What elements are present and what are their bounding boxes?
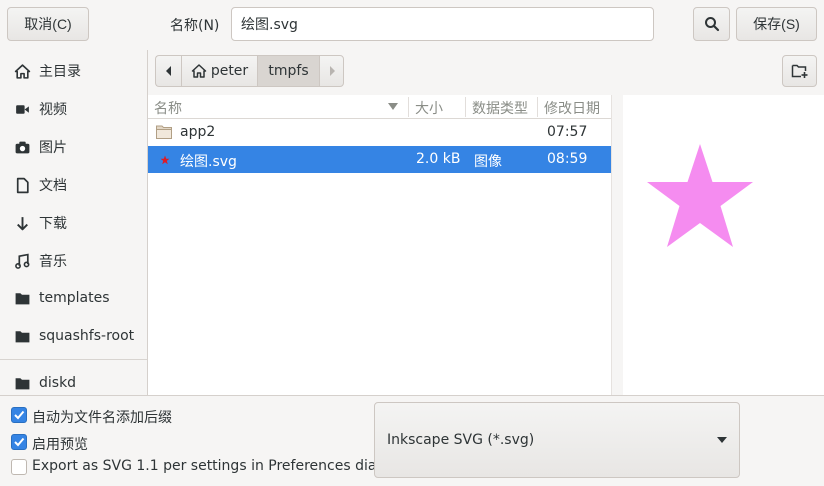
- download-icon: [17, 216, 28, 230]
- file-type-filter-dropdown[interactable]: Inkscape SVG (*.svg): [374, 402, 740, 478]
- sidebar-item-squashfs-root[interactable]: squashfs-root: [0, 321, 147, 351]
- file-row-app2[interactable]: app2 07:57: [148, 119, 611, 146]
- path-back-button[interactable]: [155, 55, 181, 87]
- search-icon: [704, 17, 719, 32]
- column-divider: [408, 97, 409, 117]
- column-header-modified[interactable]: 修改日期: [544, 98, 600, 118]
- path-forward-button[interactable]: [319, 55, 344, 87]
- svg-file-icon: [160, 155, 170, 165]
- sort-descending-icon[interactable]: [388, 103, 398, 111]
- checkmark-icon: [14, 410, 25, 420]
- camera-icon: [15, 141, 30, 153]
- new-folder-button[interactable]: [782, 55, 817, 87]
- auto-extension-checkbox[interactable]: [11, 407, 27, 423]
- export-svg11-label: Export as SVG 1.1 per settings in Prefer…: [32, 458, 398, 474]
- file-list-scrollbar[interactable]: [611, 95, 623, 395]
- home-icon: [14, 63, 31, 79]
- file-type-filter-value: Inkscape SVG (*.svg): [387, 432, 535, 448]
- dropdown-arrow-icon: [717, 437, 727, 443]
- folder-icon: [15, 377, 30, 389]
- enable-preview-label: 启用预览: [32, 437, 88, 453]
- folder-icon: [15, 330, 30, 342]
- name-label: 名称(N): [170, 18, 220, 34]
- sidebar-item-downloads[interactable]: 下载: [0, 208, 147, 238]
- footer-divider: [0, 395, 824, 396]
- sidebar-item-videos[interactable]: 视频: [0, 94, 147, 124]
- column-header-type[interactable]: 数据类型: [472, 98, 528, 118]
- chevron-right-icon: [329, 66, 335, 76]
- file-list: 名称 大小 数据类型 修改日期 app2 07:57 绘图.svg 2.0 kB…: [148, 95, 611, 395]
- sidebar-item-diskd[interactable]: diskd: [0, 368, 147, 395]
- sidebar-item-pictures[interactable]: 图片: [0, 132, 147, 162]
- file-row-drawing-svg[interactable]: 绘图.svg 2.0 kB 图像 08:59: [148, 146, 611, 173]
- folder-icon: [156, 125, 172, 139]
- path-segment-tmpfs[interactable]: tmpfs: [257, 55, 319, 87]
- file-list-header: 名称 大小 数据类型 修改日期: [148, 95, 611, 119]
- music-icon: [15, 253, 30, 269]
- auto-extension-label: 自动为文件名添加后缀: [32, 410, 172, 426]
- sidebar-item-music[interactable]: 音乐: [0, 246, 147, 276]
- document-icon: [16, 177, 29, 193]
- save-button[interactable]: 保存(S): [736, 7, 817, 41]
- sidebar-item-documents[interactable]: 文档: [0, 170, 147, 200]
- path-segment-peter[interactable]: peter: [181, 55, 257, 87]
- sidebar-item-templates[interactable]: templates: [0, 283, 147, 313]
- preview-pane: [623, 95, 824, 395]
- new-folder-icon: [791, 64, 807, 78]
- column-header-size[interactable]: 大小: [415, 98, 443, 118]
- folder-icon: [15, 292, 30, 304]
- enable-preview-checkbox[interactable]: [11, 434, 27, 450]
- column-divider: [465, 97, 466, 117]
- chevron-left-icon: [165, 66, 171, 76]
- places-sidebar: 主目录 视频 图片 文档 下载 音乐 templates squashfs-ro…: [0, 50, 148, 395]
- video-icon: [16, 104, 29, 114]
- checkmark-icon: [14, 437, 25, 447]
- search-button[interactable]: [693, 7, 730, 41]
- cancel-button[interactable]: 取消(C): [7, 7, 89, 41]
- star-preview-image: [647, 144, 753, 247]
- export-svg11-checkbox[interactable]: [11, 459, 27, 475]
- column-divider: [537, 97, 538, 117]
- home-icon: [191, 64, 207, 78]
- column-header-name[interactable]: 名称: [154, 98, 182, 118]
- sidebar-item-home[interactable]: 主目录: [0, 56, 147, 86]
- sidebar-separator: [0, 359, 147, 360]
- filename-input[interactable]: [231, 7, 654, 41]
